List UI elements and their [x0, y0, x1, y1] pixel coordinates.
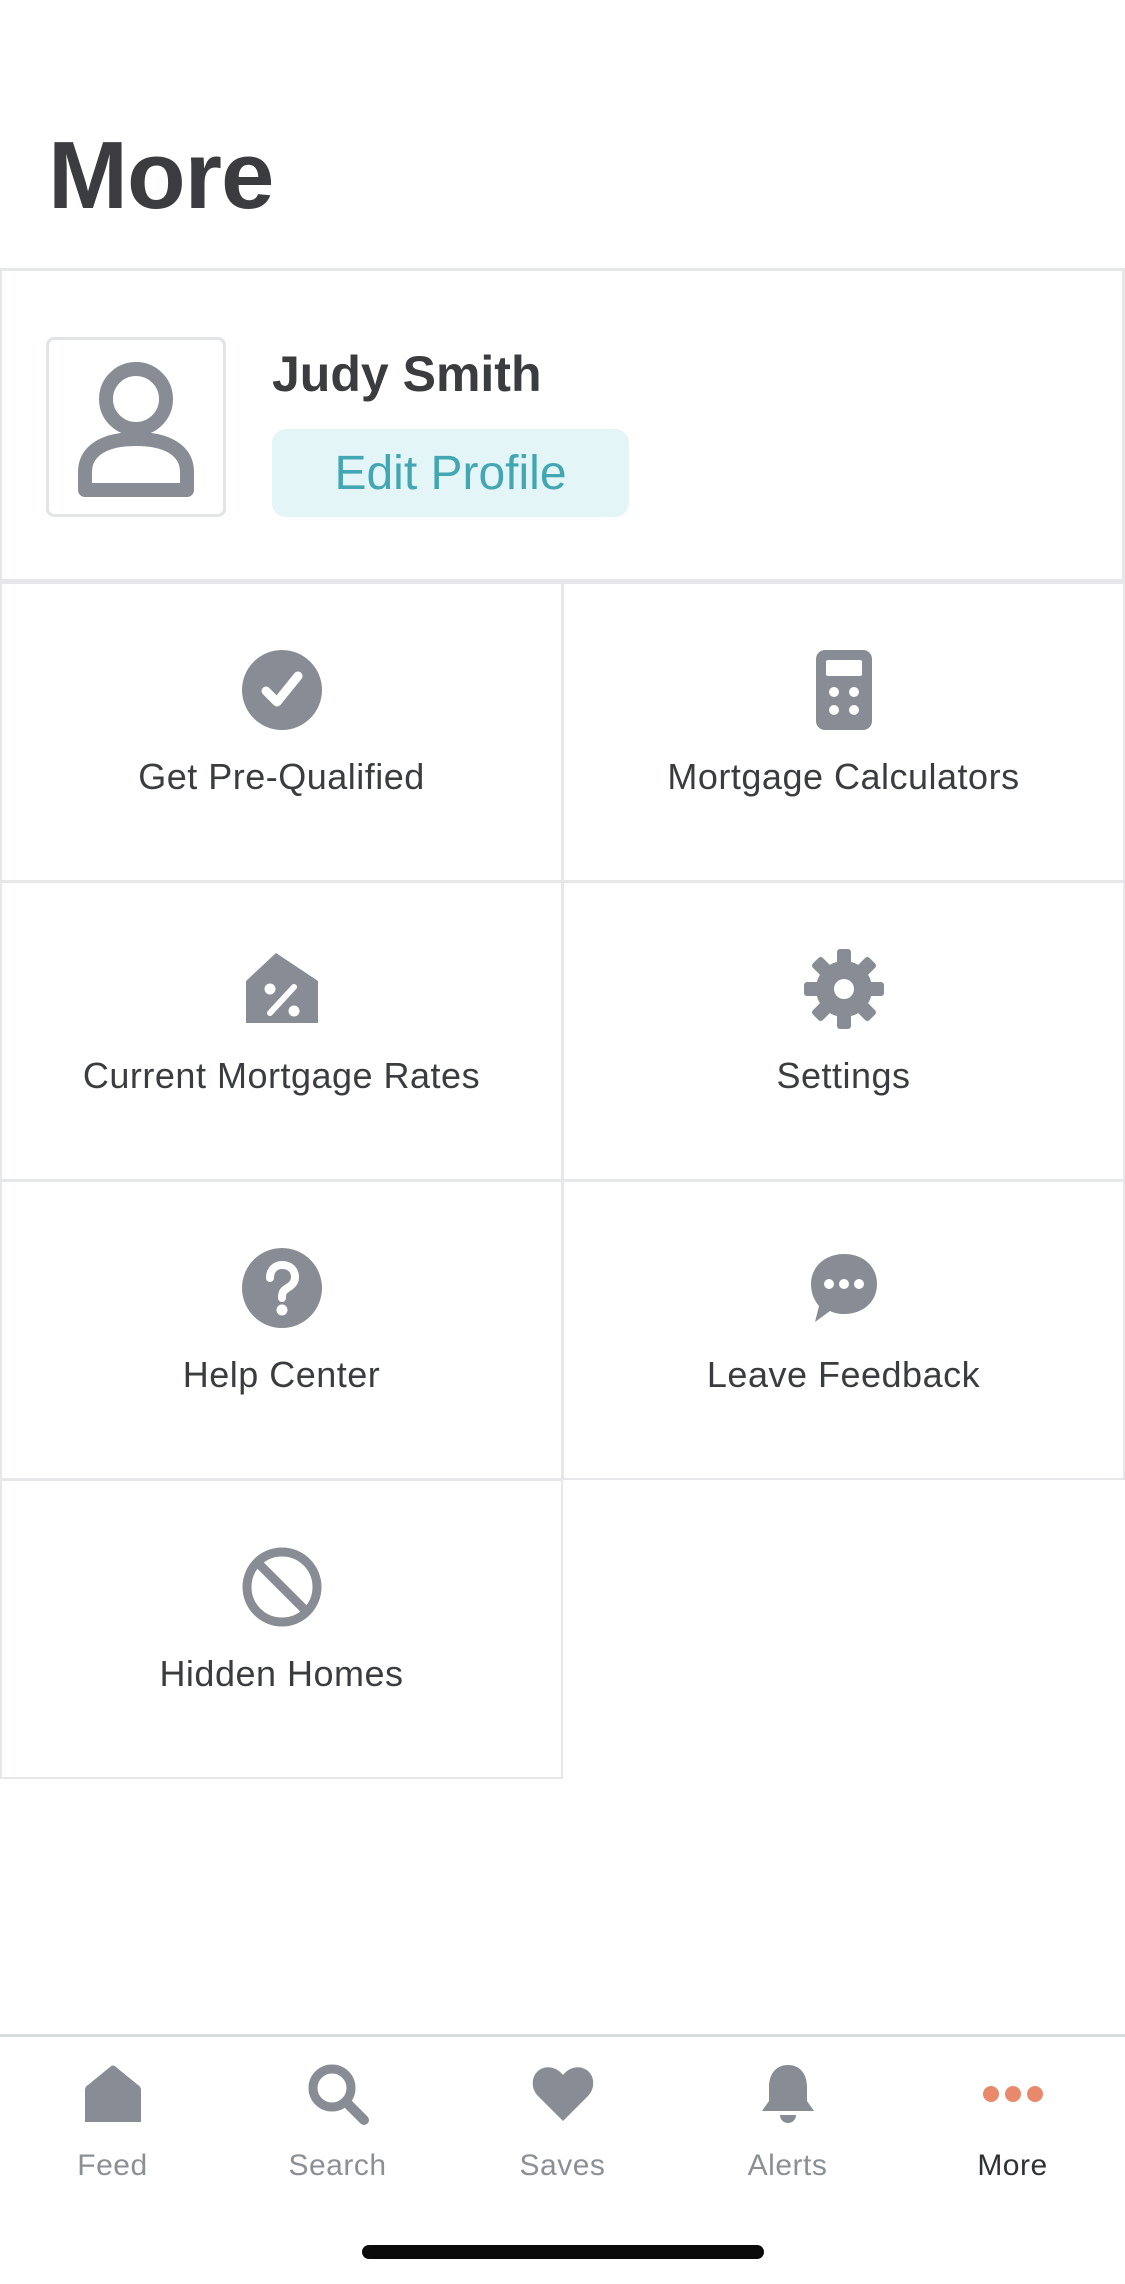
tab-feed[interactable]: Feed [0, 2057, 225, 2207]
profile-name: Judy Smith [272, 346, 542, 402]
prohibited-icon [242, 1547, 322, 1627]
calculator-icon [804, 650, 884, 730]
tab-label: Feed [77, 2149, 148, 2182]
menu-item-label: Help Center [182, 1354, 381, 1395]
home-icon [78, 2059, 148, 2129]
tab-label: Alerts [747, 2149, 828, 2182]
tab-saves[interactable]: Saves [450, 2057, 675, 2207]
menu-item-label: Get Pre-Qualified [138, 756, 425, 797]
avatar[interactable] [46, 337, 226, 517]
menu-item-mortgage-calculators[interactable]: Mortgage Calculators [562, 582, 1125, 882]
tab-label: Saves [519, 2149, 606, 2182]
search-icon [303, 2059, 373, 2129]
check-circle-icon [241, 650, 322, 730]
tab-more[interactable]: More [900, 2057, 1125, 2207]
page-title: More [48, 122, 274, 229]
menu-item-settings[interactable]: Settings [562, 881, 1125, 1181]
tab-search[interactable]: Search [225, 2057, 450, 2207]
menu-item-label: Leave Feedback [706, 1354, 981, 1395]
tab-alerts[interactable]: Alerts [675, 2057, 900, 2207]
tab-label: More [977, 2149, 1048, 2182]
menu-item-label: Current Mortgage Rates [82, 1055, 481, 1096]
chat-bubble-icon [804, 1248, 884, 1328]
question-circle-icon [241, 1248, 322, 1328]
gear-icon [803, 949, 884, 1029]
edit-profile-button[interactable]: Edit Profile [272, 429, 629, 517]
bell-icon [753, 2059, 823, 2129]
menu-item-label: Mortgage Calculators [667, 756, 1020, 797]
profile-card: Judy Smith Edit Profile [0, 268, 1125, 582]
menu-item-hidden-homes[interactable]: Hidden Homes [0, 1479, 563, 1779]
heart-icon [528, 2059, 598, 2129]
menu-item-leave-feedback[interactable]: Leave Feedback [562, 1180, 1125, 1480]
user-icon [78, 362, 194, 497]
percent-tag-icon [242, 949, 322, 1029]
menu-item-label: Settings [776, 1055, 911, 1096]
menu-item-get-pre-qualified[interactable]: Get Pre-Qualified [0, 582, 563, 882]
menu-item-help-center[interactable]: Help Center [0, 1180, 563, 1480]
menu-item-current-mortgage-rates[interactable]: Current Mortgage Rates [0, 881, 563, 1181]
tab-label: Search [288, 2149, 387, 2182]
menu-item-label: Hidden Homes [159, 1653, 404, 1694]
home-indicator[interactable] [362, 2245, 764, 2259]
more-dots-icon [978, 2059, 1048, 2129]
